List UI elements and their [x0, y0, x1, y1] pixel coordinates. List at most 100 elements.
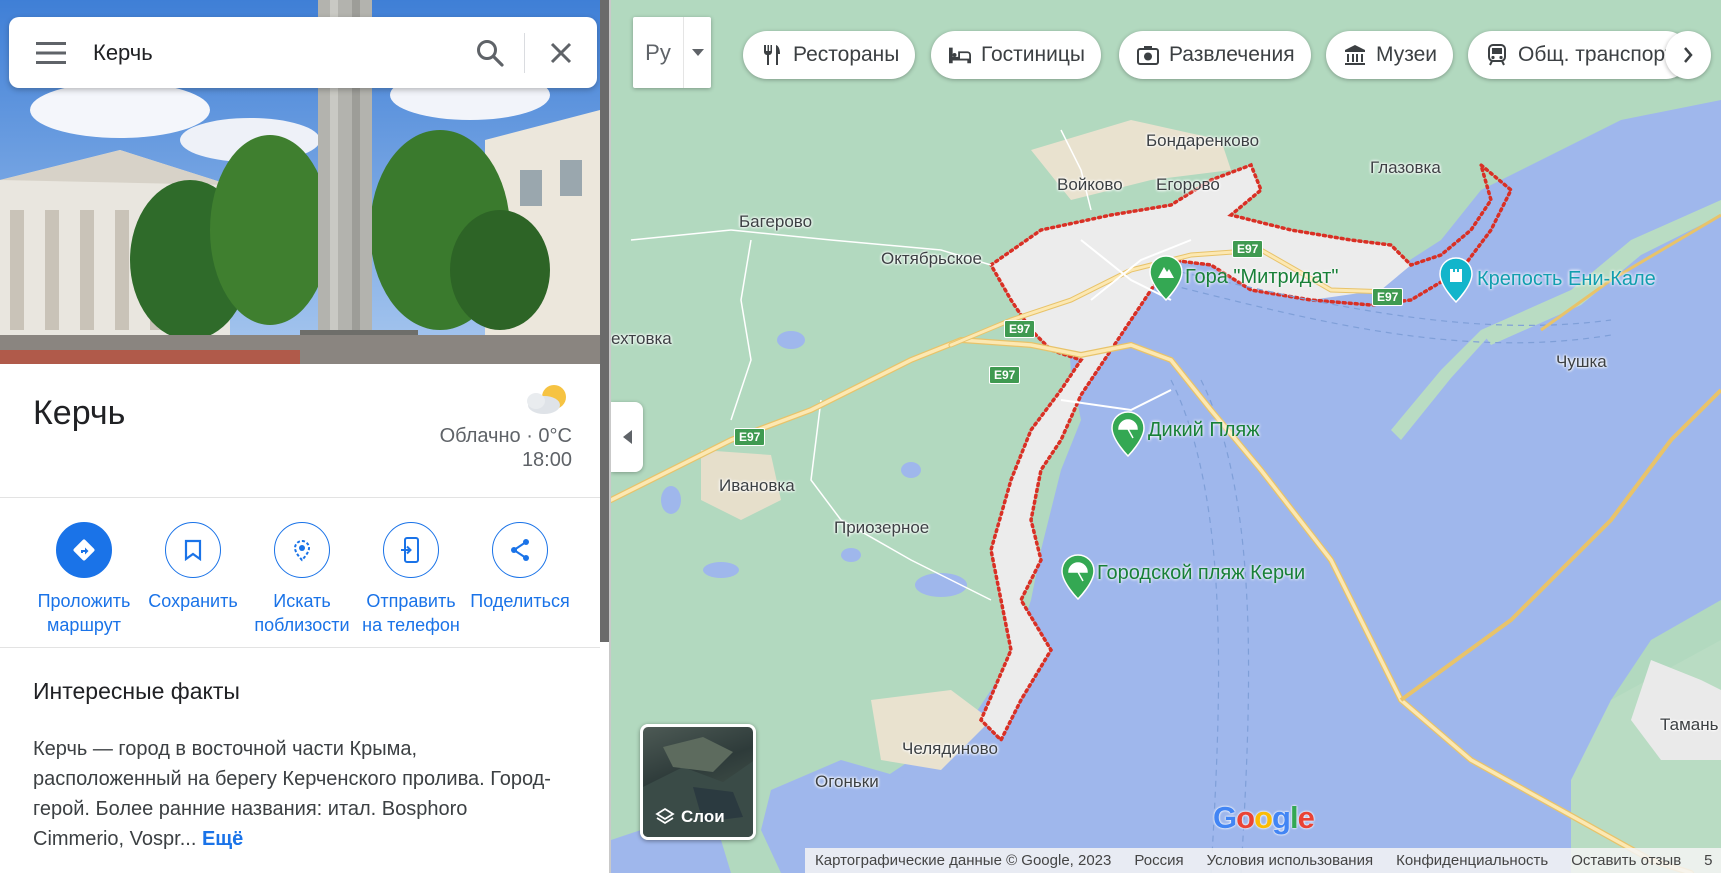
- chip-museums[interactable]: Музеи: [1326, 31, 1454, 79]
- label-bondarenkovo: Бондаренково: [1146, 131, 1260, 150]
- directions-label-line1: Проложить: [37, 591, 131, 611]
- share-label: Поделиться: [466, 589, 574, 613]
- weather-condition: Облачно · 0°C: [439, 425, 572, 447]
- facts-section: Интересные факты Керчь — город в восточн…: [0, 648, 600, 873]
- facts-text: Керчь — город в восточной части Крыма, р…: [33, 738, 551, 850]
- input-tools-dropdown[interactable]: [683, 17, 711, 88]
- museum-icon: [1344, 44, 1366, 66]
- poi-label-mitridat[interactable]: Гора "Митридат": [1185, 266, 1338, 289]
- castle-poi-pin[interactable]: [1439, 257, 1473, 303]
- search-bar: [9, 17, 597, 88]
- nearby-button[interactable]: Искать поблизости: [248, 522, 356, 637]
- chip-restaurants-label: Рестораны: [793, 43, 900, 66]
- send-to-phone-label-line1: Отправить: [366, 591, 456, 611]
- caret-left-icon: [622, 430, 632, 444]
- road-shield-e97: E97: [734, 428, 766, 446]
- directions-button[interactable]: Проложить маршрут: [30, 522, 138, 637]
- scale-label: 5: [1704, 852, 1713, 869]
- google-logo: Google: [1213, 800, 1315, 835]
- chip-entertainment[interactable]: Развлечения: [1119, 31, 1311, 79]
- transit-icon: [1486, 44, 1508, 66]
- save-label: Сохранить: [139, 589, 247, 613]
- road-shield-e97: E97: [989, 366, 1021, 384]
- facts-title: Интересные факты: [33, 678, 240, 704]
- action-buttons: Проложить маршрут Сохранить Искать побли…: [0, 498, 600, 648]
- road-shield-e97: E97: [1372, 288, 1404, 306]
- nearby-label-line1: Искать: [273, 591, 331, 611]
- directions-label-line2: маршрут: [47, 615, 121, 635]
- clear-search-button[interactable]: [525, 17, 597, 88]
- poi-label-yenikale[interactable]: Крепость Ени-Кале: [1477, 268, 1656, 291]
- chips-scroll-right-button[interactable]: [1665, 31, 1711, 79]
- chip-hotels[interactable]: Гостиницы: [931, 31, 1101, 79]
- bookmark-icon: [184, 539, 202, 561]
- chip-entertainment-label: Развлечения: [1169, 43, 1295, 66]
- chip-transit[interactable]: Общ. транспорт: [1468, 31, 1691, 79]
- layers-label: Слои: [681, 807, 725, 826]
- send-to-phone-label-line2: на телефон: [362, 615, 460, 635]
- hamburger-menu-icon: [36, 41, 66, 64]
- share-button[interactable]: Поделиться: [466, 522, 574, 613]
- road-shield-e97: E97: [1232, 240, 1264, 258]
- search-input[interactable]: [93, 32, 456, 73]
- label-ogonki: Огоньки: [815, 772, 879, 791]
- send-to-phone-button[interactable]: Отправить на телефон: [357, 522, 465, 637]
- facts-body: Керчь — город в восточной части Крыма, р…: [33, 734, 563, 854]
- partly-cloudy-icon: [527, 385, 566, 414]
- chip-transit-label: Общ. транспорт: [1518, 43, 1675, 66]
- castle-icon: [1450, 269, 1462, 282]
- caret-down-icon: [691, 49, 704, 56]
- beach-poi-pin[interactable]: [1061, 554, 1095, 600]
- label-priozernoe: Приозерное: [834, 518, 930, 537]
- chip-restaurants[interactable]: Рестораны: [743, 31, 916, 79]
- hotel-icon: [949, 44, 971, 66]
- label-ivanovka: Ивановка: [719, 476, 795, 495]
- share-label-line1: Поделиться: [470, 591, 570, 611]
- save-button[interactable]: Сохранить: [139, 522, 247, 613]
- label-chushka: Чушка: [1556, 352, 1607, 371]
- input-language-label: Ру: [645, 39, 671, 65]
- nearby-circle: [274, 522, 330, 578]
- label-voykovo: Войково: [1057, 175, 1123, 194]
- label-chelyadinovo: Челядиново: [902, 739, 998, 758]
- facts-more-link[interactable]: Ещё: [202, 828, 243, 850]
- nearby-icon: [293, 539, 311, 562]
- restaurant-icon: [761, 44, 783, 66]
- layers-button[interactable]: Слои: [640, 724, 756, 840]
- menu-button[interactable]: [9, 17, 93, 88]
- place-panel: Керчь Облачно · 0°C 18:00 Проложить: [0, 0, 600, 873]
- label-bagerovo: Багерово: [739, 212, 813, 231]
- directions-label: Проложить маршрут: [30, 589, 138, 637]
- beach-poi-pin[interactable]: [1111, 411, 1145, 457]
- feedback-link[interactable]: Оставить отзыв: [1571, 852, 1681, 869]
- share-icon: [511, 539, 529, 561]
- map-copyright: Картографические данные © Google, 2023: [815, 852, 1112, 869]
- layers-icon: [655, 807, 675, 825]
- search-button[interactable]: [456, 17, 524, 88]
- chip-hotels-label: Гостиницы: [981, 43, 1085, 66]
- search-icon: [477, 39, 504, 67]
- share-circle: [492, 522, 548, 578]
- nearby-label: Искать поблизости: [248, 589, 356, 637]
- label-oktyabrskoe: Октябрьское: [881, 249, 982, 268]
- collapse-panel-button[interactable]: [611, 402, 643, 472]
- send-to-phone-label: Отправить на телефон: [357, 589, 465, 637]
- mountain-poi-pin[interactable]: [1149, 255, 1183, 301]
- privacy-link[interactable]: Конфиденциальность: [1396, 852, 1548, 869]
- panel-scrollbar[interactable]: [600, 0, 609, 642]
- road-shield-e97: E97: [1004, 320, 1036, 338]
- map-canvas[interactable]: Бондаренково Глазовка Войково Егорово Ба…: [611, 0, 1721, 873]
- chevron-right-icon: [1684, 47, 1693, 63]
- save-circle: [165, 522, 221, 578]
- send-to-phone-circle: [383, 522, 439, 578]
- terms-link[interactable]: Условия использования: [1207, 852, 1374, 869]
- poi-label-city-beach[interactable]: Городской пляж Керчи: [1097, 562, 1305, 585]
- input-tools-button[interactable]: Ру: [633, 17, 711, 88]
- attribution-country-link[interactable]: Россия: [1134, 852, 1183, 869]
- poi-label-wild-beach[interactable]: Дикий Пляж: [1148, 419, 1260, 442]
- close-icon: [550, 42, 572, 63]
- map-attribution: Картографические данные © Google, 2023 Р…: [805, 848, 1721, 873]
- label-egorovo: Егорово: [1156, 175, 1220, 194]
- chip-museums-label: Музеи: [1376, 43, 1438, 66]
- maps-app: Керчь Облачно · 0°C 18:00 Проложить: [0, 0, 1721, 873]
